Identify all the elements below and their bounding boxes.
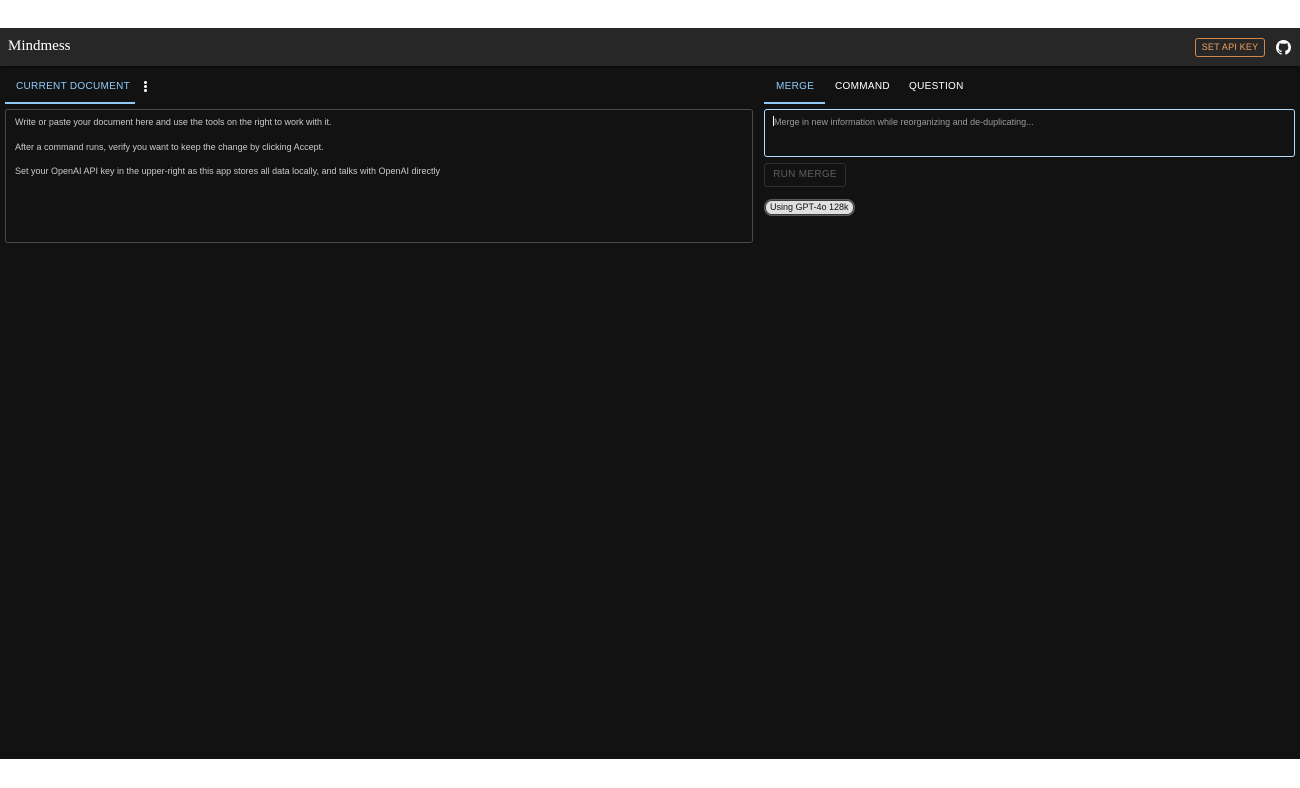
app-title: Mindmess <box>8 38 71 54</box>
document-line: After a command runs, verify you want to… <box>15 141 324 152</box>
tab-merge[interactable]: MERGE <box>776 81 814 92</box>
top-app-bar: Mindmess SET API KEY <box>0 28 1300 66</box>
app-root: Mindmess SET API KEY CURRENT DOCUMENT Wr… <box>0 28 1300 759</box>
set-api-key-button[interactable]: SET API KEY <box>1195 38 1265 57</box>
tab-current-document[interactable]: CURRENT DOCUMENT <box>16 81 130 92</box>
merge-input-placeholder: Merge in new information while reorganiz… <box>774 117 1034 127</box>
document-line: Write or paste your document here and us… <box>15 117 332 127</box>
document-editor[interactable]: Write or paste your document here and us… <box>5 109 753 243</box>
github-icon[interactable] <box>1276 40 1291 55</box>
more-vert-icon[interactable] <box>144 81 148 93</box>
run-merge-button[interactable]: RUN MERGE <box>764 163 846 187</box>
tab-current-document-indicator <box>5 102 135 104</box>
tab-merge-indicator <box>764 102 825 104</box>
merge-input[interactable]: Merge in new information while reorganiz… <box>764 109 1295 157</box>
document-line: Set your OpenAI API key in the upper-rig… <box>15 166 441 176</box>
tab-command[interactable]: COMMAND <box>835 81 890 92</box>
model-chip: Using GPT-4o 128k <box>764 199 855 216</box>
tab-question[interactable]: QUESTION <box>909 81 964 92</box>
